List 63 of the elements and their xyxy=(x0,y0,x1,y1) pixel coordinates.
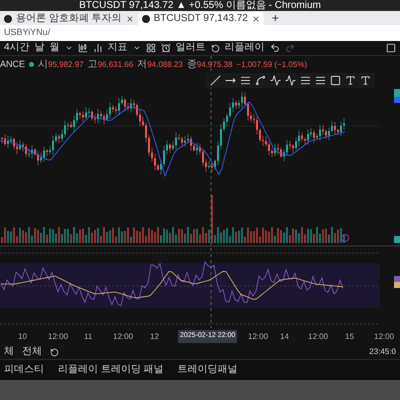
browser-tab[interactable]: BTCUSDT 97,143.72 xyxy=(138,12,264,25)
panel-tab[interactable]: 리플레이 트레이딩 패널 xyxy=(58,365,164,375)
new-tab-button[interactable]: + xyxy=(264,12,287,25)
text-icon[interactable] xyxy=(360,75,371,86)
range-button[interactable]: 체 xyxy=(4,347,14,357)
lines-icon[interactable] xyxy=(300,75,311,86)
candles-icon[interactable] xyxy=(78,43,88,53)
tab-title: 용어론 암호화폐 투자의 xyxy=(16,14,122,24)
interval-button[interactable]: 4시간 xyxy=(4,43,30,53)
ohlc-value: 종94,975.38 xyxy=(186,58,232,72)
trend-line-icon[interactable] xyxy=(210,75,221,86)
time-axis-label: 14 xyxy=(280,330,289,342)
tab-title: BTCUSDT 97,143.72 xyxy=(154,14,248,24)
time-axis-label: 12:00 xyxy=(48,330,68,342)
chevron-icon[interactable] xyxy=(132,44,141,52)
time-axis-label: 12:00 xyxy=(308,330,328,342)
time-axis-label: 10 xyxy=(18,330,27,342)
price-change: −1,007.59 (−1.05%) xyxy=(236,58,308,70)
reset-icon[interactable] xyxy=(50,348,59,356)
browser-tab[interactable]: 용어론 암호화폐 투자의 xyxy=(0,12,138,25)
marker-icon xyxy=(341,234,349,242)
time-axis-label: 12:00 xyxy=(374,330,394,342)
zigzag-icon[interactable] xyxy=(270,75,281,86)
close-icon[interactable] xyxy=(252,14,260,22)
alarm-icon xyxy=(160,43,171,53)
ohlc-value: 시95,982.97 xyxy=(38,58,84,72)
square-icon[interactable] xyxy=(330,75,341,86)
lines-icon[interactable] xyxy=(315,75,326,86)
chevron-icon[interactable] xyxy=(64,44,73,52)
panel-tab[interactable]: 피데스티 xyxy=(4,365,44,375)
text-icon[interactable] xyxy=(345,75,356,86)
chart-icon xyxy=(92,43,103,53)
curve-icon[interactable] xyxy=(255,75,266,86)
period-button[interactable]: 월 xyxy=(50,43,60,53)
time-axis-label: 15 xyxy=(345,330,354,342)
replay-button[interactable]: 리플레이 xyxy=(224,43,265,53)
grid-icon[interactable] xyxy=(146,43,156,53)
undo-icon[interactable] xyxy=(270,43,280,53)
site-icon xyxy=(142,14,150,22)
symbol-name: ANCE xyxy=(0,58,26,71)
redo-icon[interactable] xyxy=(284,43,295,53)
ohlc-value: 고96,631.66 xyxy=(88,58,134,72)
indicators-button[interactable]: 지표 xyxy=(108,43,128,53)
site-icon xyxy=(4,14,12,22)
replay-icon xyxy=(210,44,220,52)
wave-icon[interactable] xyxy=(285,75,296,86)
panel-tab[interactable]: 트레이딩패널 xyxy=(178,365,238,375)
clock: 23:45:0 xyxy=(369,348,396,356)
price-tag xyxy=(394,236,400,243)
window-title: BTCUSDT 97,143.72 ▲ +0.55% 이름없음 - Chromium xyxy=(79,0,321,10)
parallel-lines-icon[interactable] xyxy=(240,75,251,86)
close-icon[interactable] xyxy=(126,14,134,22)
address-field[interactable]: USBYiYNu/ xyxy=(4,26,50,40)
time-axis-label: 12:00 xyxy=(248,330,268,342)
time-axis-label: 12:00 xyxy=(113,330,134,342)
period-button[interactable]: 날 xyxy=(34,43,45,53)
time-axis-label: 11 xyxy=(84,330,92,342)
square-icon[interactable] xyxy=(386,43,396,53)
alert-button[interactable]: 얼러트 xyxy=(176,43,206,53)
time-axis-label: 12 xyxy=(150,330,159,342)
arrow-right-icon[interactable] xyxy=(225,75,236,86)
ohlc-value: 저 94,088.23 xyxy=(137,58,183,72)
range-button[interactable]: 전체 xyxy=(22,347,42,357)
